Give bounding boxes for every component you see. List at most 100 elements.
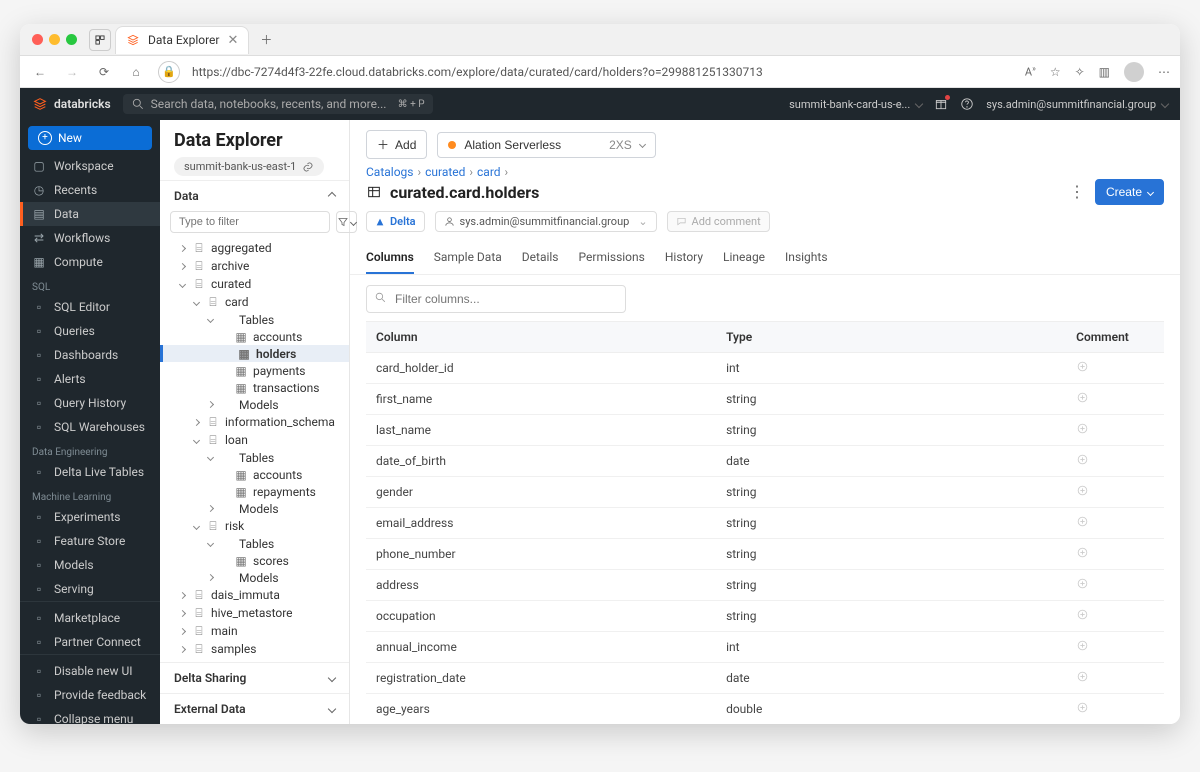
sidebar-item-serving[interactable]: ▫Serving [20,577,160,601]
workspace-switcher[interactable]: summit-bank-card-us-e... [789,98,922,111]
tree-node-models[interactable]: Models [160,500,349,517]
tree-node-payments[interactable]: ▦payments [160,362,349,379]
minimize-window-icon[interactable] [49,34,60,45]
sidebar-item-workspace[interactable]: ▢Workspace [20,154,160,178]
add-comment-cell[interactable] [1066,415,1164,446]
table-row[interactable]: phone_numberstring [366,539,1164,570]
sidebar-item-queries[interactable]: ▫Queries [20,319,160,343]
browser-menu-icon[interactable]: ⋯ [1158,65,1170,79]
tree-node-curated[interactable]: ⌸curated [160,275,349,293]
sidebar-item-experiments[interactable]: ▫Experiments [20,505,160,529]
add-comment-cell[interactable] [1066,601,1164,632]
add-comment-cell[interactable] [1066,384,1164,415]
extension-icon[interactable] [89,29,111,51]
tree-node-hive_metastore[interactable]: ⌸hive_metastore [160,604,349,622]
new-tab-button[interactable]: ＋ [255,29,277,51]
sidebar-item-data[interactable]: ▤Data [20,202,160,226]
tree-node-tables[interactable]: Tables [160,311,349,328]
explorer-section-external-data[interactable]: External Data [160,693,349,724]
sidebar-item-sql-editor[interactable]: ▫SQL Editor [20,295,160,319]
tree-node-tables[interactable]: Tables [160,449,349,466]
favorite-icon[interactable]: ☆ [1050,65,1061,79]
add-comment-cell[interactable] [1066,539,1164,570]
header-column[interactable]: Column [366,322,716,353]
tab-lineage[interactable]: Lineage [723,242,765,274]
compute-selector[interactable]: Alation Serverless 2XS [437,132,655,158]
sidebar-item-provide-feedback[interactable]: ▫Provide feedback [20,683,160,707]
sidebar-item-collapse-menu[interactable]: ▫Collapse menu [20,707,160,724]
reading-mode-icon[interactable]: A» [1025,64,1036,79]
brand-logo[interactable]: databricks [32,96,111,112]
tab-details[interactable]: Details [522,242,559,274]
sidebar-item-compute[interactable]: ▦Compute [20,250,160,274]
profile-avatar[interactable] [1124,62,1144,82]
add-comment-cell[interactable] [1066,508,1164,539]
breadcrumb-catalogs[interactable]: Catalogs [366,165,413,179]
collections-icon[interactable]: ▥ [1099,65,1110,79]
format-chip[interactable]: Delta [366,211,425,232]
close-tab-icon[interactable]: ✕ [228,33,239,48]
tree-node-models[interactable]: Models [160,396,349,413]
tree-node-repayments[interactable]: ▦repayments [160,483,349,500]
owner-chip[interactable]: sys.admin@summitfinancial.group ⌄ [435,211,657,232]
tree-node-risk[interactable]: ⌸risk [160,517,349,535]
sidebar-item-feature-store[interactable]: ▫Feature Store [20,529,160,553]
table-row[interactable]: genderstring [366,477,1164,508]
add-comment-cell[interactable] [1066,570,1164,601]
user-menu[interactable]: sys.admin@summitfinancial.group [986,98,1168,111]
tree-node-accounts[interactable]: ▦accounts [160,328,349,345]
sidebar-item-models[interactable]: ▫Models [20,553,160,577]
tree-node-card[interactable]: ⌸card [160,293,349,311]
help-button[interactable] [960,97,974,111]
global-search[interactable]: Search data, notebooks, recents, and mor… [123,94,433,114]
sidebar-item-marketplace[interactable]: ▫Marketplace [20,606,160,630]
breadcrumb-card[interactable]: card [477,165,501,179]
table-row[interactable]: occupationstring [366,601,1164,632]
new-button[interactable]: + New [28,126,152,150]
sidebar-item-delta-live-tables[interactable]: ▫Delta Live Tables [20,460,160,484]
tree-node-transactions[interactable]: ▦transactions [160,379,349,396]
tree-node-archive[interactable]: ⌸archive [160,257,349,275]
add-button[interactable]: ＋ Add [366,130,427,159]
tree-filter-input[interactable] [170,211,330,233]
add-comment-cell[interactable] [1066,663,1164,694]
table-row[interactable]: last_namestring [366,415,1164,446]
tree-node-holders[interactable]: ▦holders [160,345,349,362]
tree-node-information_schema[interactable]: ⌸information_schema [160,413,349,431]
sidebar-item-dashboards[interactable]: ▫Dashboards [20,343,160,367]
window-controls[interactable] [28,34,77,45]
tab-permissions[interactable]: Permissions [579,242,645,274]
close-window-icon[interactable] [32,34,43,45]
browser-tab[interactable]: Data Explorer ✕ [115,26,249,54]
url-field[interactable]: https://dbc-7274d4f3-22fe.cloud.databric… [192,65,1013,79]
reload-button[interactable]: ⟳ [94,65,114,79]
tab-history[interactable]: History [665,242,703,274]
more-menu-button[interactable]: ⋮ [1069,184,1085,200]
sidebar-item-query-history[interactable]: ▫Query History [20,391,160,415]
sidebar-item-sql-warehouses[interactable]: ▫SQL Warehouses [20,415,160,439]
table-row[interactable]: annual_incomeint [366,632,1164,663]
metastore-chip[interactable]: summit-bank-us-east-1 [174,157,324,176]
table-row[interactable]: card_holder_idint [366,353,1164,384]
breadcrumb-curated[interactable]: curated [425,165,465,179]
explorer-section-delta-sharing[interactable]: Delta Sharing [160,662,349,693]
tree-node-loan[interactable]: ⌸loan [160,431,349,449]
tab-insights[interactable]: Insights [785,242,827,274]
tab-sample-data[interactable]: Sample Data [434,242,502,274]
extensions-icon[interactable]: ✧ [1075,65,1085,79]
tree-node-accounts[interactable]: ▦accounts [160,466,349,483]
table-row[interactable]: first_namestring [366,384,1164,415]
add-comment-cell[interactable] [1066,446,1164,477]
site-info-button[interactable]: 🔒 [158,61,180,83]
add-comment-cell[interactable] [1066,694,1164,725]
explorer-section-data[interactable]: Data [160,180,349,211]
header-type[interactable]: Type [716,322,1066,353]
forward-button[interactable]: → [62,65,82,79]
sidebar-item-workflows[interactable]: ⇄Workflows [20,226,160,250]
whats-new-button[interactable] [934,97,948,111]
table-row[interactable]: age_yearsdouble [366,694,1164,725]
tree-node-tables[interactable]: Tables [160,535,349,552]
create-button[interactable]: Create [1095,179,1164,205]
tree-node-models[interactable]: Models [160,569,349,586]
tree-node-aggregated[interactable]: ⌸aggregated [160,239,349,257]
